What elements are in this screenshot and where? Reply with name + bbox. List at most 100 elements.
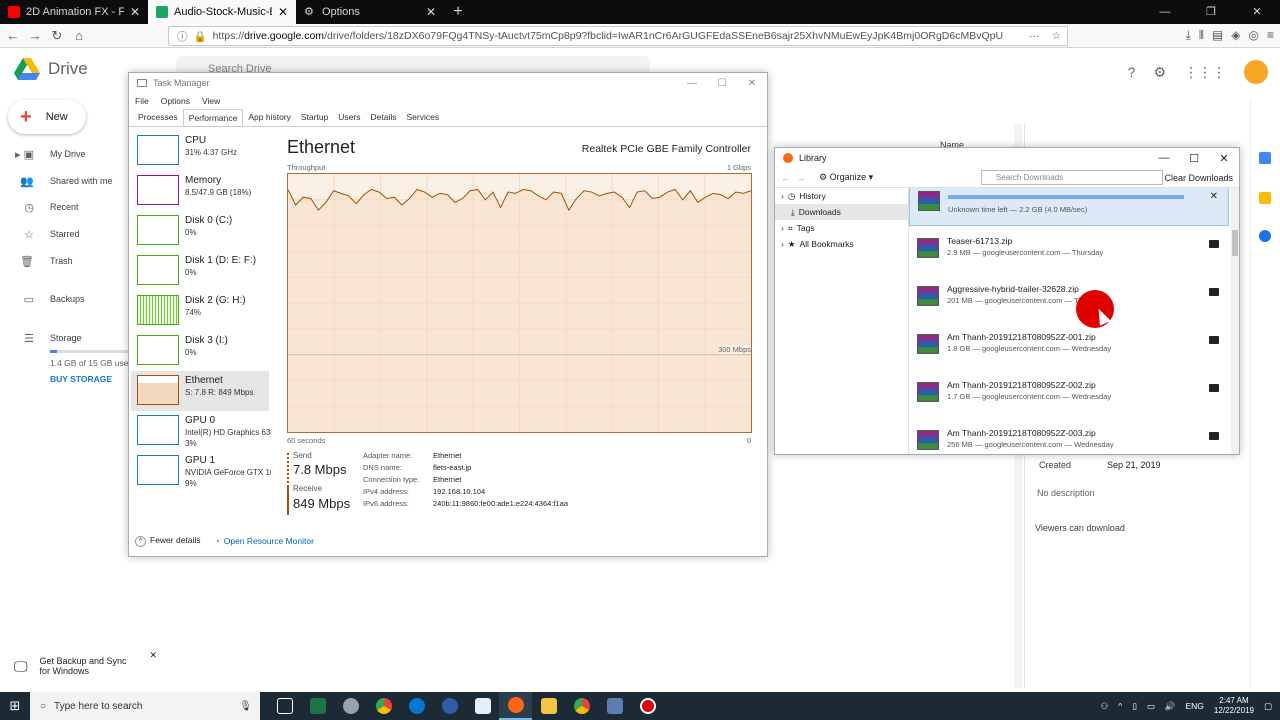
download-item[interactable]: Am Thanh-20191218T080952Z-001.zip 1.8 GB… xyxy=(909,326,1229,370)
close-icon[interactable]: ✕ xyxy=(737,78,767,89)
open-folder-icon[interactable] xyxy=(1209,288,1219,296)
download-item[interactable]: Aggressive-hybrid-trailer-32628.zip 201 … xyxy=(909,278,1229,322)
menu-view[interactable]: View xyxy=(202,96,220,106)
close-tab-icon[interactable]: ✕ xyxy=(130,5,140,19)
sidebar-icon[interactable]: ▤ xyxy=(1212,28,1223,43)
windows-start-icon[interactable]: ⊞ xyxy=(0,698,30,714)
perf-item-memory[interactable]: Memory 8.5/47.9 GB (18%) xyxy=(131,171,269,211)
tree-item-history[interactable]: › ◷ History xyxy=(775,188,908,204)
fewer-details-button[interactable]: ^ Fewer details xyxy=(135,535,201,547)
home-icon[interactable]: ⌂ xyxy=(68,28,90,43)
tree-item-downloads[interactable]: ⤓ Downloads xyxy=(775,204,908,220)
organize-button[interactable]: ⚙ Organize ▾ xyxy=(819,172,873,183)
task-manager-icon[interactable] xyxy=(598,692,631,720)
battery-icon[interactable]: ▯ xyxy=(1132,701,1137,712)
tab-processes[interactable]: Processes xyxy=(133,109,183,126)
info-icon[interactable]: ⓘ xyxy=(177,29,188,44)
avatar[interactable] xyxy=(1244,60,1268,84)
volume-icon[interactable]: 🔊 xyxy=(1165,701,1176,712)
app-icon[interactable] xyxy=(466,692,499,720)
help-icon[interactable]: ? xyxy=(1128,64,1136,80)
download-item-active[interactable]: Unknown time left — 2.2 GB (4.0 MB/sec) … xyxy=(909,188,1229,226)
open-folder-icon[interactable] xyxy=(1209,432,1219,440)
forward-icon[interactable]: → xyxy=(796,173,805,183)
close-icon[interactable]: ✕ xyxy=(1234,0,1280,24)
close-tab-icon[interactable]: ✕ xyxy=(426,5,436,19)
cancel-download-icon[interactable]: ✕ xyxy=(1210,191,1218,202)
reload-icon[interactable]: ↻ xyxy=(46,28,68,44)
firefox-icon[interactable] xyxy=(499,692,532,720)
back-icon[interactable]: ← xyxy=(781,173,790,183)
maximize-icon[interactable]: ❐ xyxy=(1188,0,1234,24)
description-field[interactable]: No description xyxy=(1037,488,1095,498)
tree-item-tags[interactable]: › ⌗ Tags xyxy=(775,220,908,236)
new-button[interactable]: + New xyxy=(8,100,86,134)
open-folder-icon[interactable] xyxy=(1209,384,1219,392)
extension-icon[interactable]: ◎ xyxy=(1249,28,1259,43)
minimize-icon[interactable]: — xyxy=(677,78,707,89)
tab-app-history[interactable]: App history xyxy=(243,109,296,126)
perf-item-disk2[interactable]: Disk 2 (G: H:) 74% xyxy=(131,291,269,331)
browser-tab-active[interactable]: Audio-Stock-Music-Bundle [Jh ✕ xyxy=(148,0,296,24)
tab-users[interactable]: Users xyxy=(333,109,365,126)
back-icon[interactable]: ← xyxy=(2,28,24,43)
search-downloads-input[interactable]: Search Downloads xyxy=(981,170,1163,185)
clock[interactable]: 2:47 AM 12/22/2019 xyxy=(1214,696,1254,716)
download-item[interactable]: Am Thanh-20191218T080952Z-002.zip 1.7 GB… xyxy=(909,374,1229,418)
close-banner-icon[interactable]: ✕ xyxy=(149,650,157,661)
sidebar-item-storage[interactable]: ☰ Storage xyxy=(0,325,130,351)
recorder-icon[interactable] xyxy=(631,692,664,720)
perf-item-gpu0[interactable]: GPU 0 Intel(R) HD Graphics 630 3% xyxy=(131,411,271,451)
tab-details[interactable]: Details xyxy=(366,109,402,126)
scrollbar-thumb[interactable] xyxy=(1232,230,1238,256)
menu-file[interactable]: File xyxy=(135,96,149,106)
sidebar-item-shared[interactable]: 👥 Shared with me xyxy=(0,168,130,194)
maximize-icon[interactable]: ☐ xyxy=(1179,152,1209,165)
person-icon[interactable]: ⚇ xyxy=(1101,701,1109,712)
page-actions-icon[interactable]: ··· xyxy=(1029,30,1040,42)
maximize-icon[interactable]: ☐ xyxy=(707,78,737,89)
tab-startup[interactable]: Startup xyxy=(296,109,333,126)
apps-grid-icon[interactable]: ⋮⋮⋮ xyxy=(1184,64,1226,81)
scrollbar[interactable] xyxy=(1231,188,1239,454)
perf-item-cpu[interactable]: CPU 31% 4.37 GHz xyxy=(131,131,269,171)
task-view-icon[interactable] xyxy=(268,692,301,720)
drive-logo[interactable]: Drive xyxy=(14,58,88,80)
buy-storage-link[interactable]: BUY STORAGE xyxy=(50,374,112,384)
chevron-up-icon[interactable]: ^ xyxy=(1118,701,1122,711)
taskbar-search-input[interactable]: ○ Type here to search 🎙 xyxy=(30,692,260,720)
app-icon[interactable] xyxy=(433,692,466,720)
microphone-icon[interactable]: 🎙 xyxy=(239,701,252,712)
keep-icon[interactable] xyxy=(1259,192,1271,204)
forward-icon[interactable]: → xyxy=(24,28,46,43)
tab-services[interactable]: Services xyxy=(401,109,444,126)
browser-tab[interactable]: 2D Animation FX - Flash Anima ✕ xyxy=(0,0,148,24)
language-indicator[interactable]: ENG xyxy=(1186,701,1204,711)
library-icon[interactable]: ⫴ xyxy=(1199,28,1204,43)
app-icon[interactable] xyxy=(334,692,367,720)
minimize-icon[interactable]: — xyxy=(1142,0,1188,24)
browser-tab[interactable]: ⚙ Options ✕ xyxy=(296,0,444,24)
tab-performance[interactable]: Performance xyxy=(182,109,244,126)
sidebar-item-backups[interactable]: ▭ Backups xyxy=(0,286,130,312)
chrome-icon[interactable] xyxy=(565,692,598,720)
expand-arrow-icon[interactable]: › xyxy=(781,191,784,201)
perf-item-gpu1[interactable]: GPU 1 NVIDIA GeForce GTX 108 9% xyxy=(131,451,271,491)
perf-item-disk1[interactable]: Disk 1 (D: E: F:) 0% xyxy=(131,251,269,291)
minimize-icon[interactable]: — xyxy=(1149,152,1179,165)
sidebar-item-trash[interactable]: 🗑 Trash xyxy=(0,248,130,274)
perf-item-disk0[interactable]: Disk 0 (C:) 0% xyxy=(131,211,269,251)
sidebar-item-recent[interactable]: ◷ Recent xyxy=(0,194,130,220)
extension-icon[interactable]: ◈ xyxy=(1231,28,1240,43)
notification-icon[interactable]: ▢ xyxy=(1264,701,1272,712)
edge-icon[interactable] xyxy=(400,692,433,720)
file-explorer-icon[interactable] xyxy=(532,692,565,720)
perf-item-disk3[interactable]: Disk 3 (I:) 0% xyxy=(131,331,269,371)
network-icon[interactable]: ▭ xyxy=(1147,701,1155,712)
url-bar[interactable]: ⓘ 🔒 https://drive.google.com/drive/folde… xyxy=(168,26,1068,46)
close-tab-icon[interactable]: ✕ xyxy=(278,5,288,19)
tree-item-bookmarks[interactable]: › ★ All Bookmarks xyxy=(775,236,908,252)
perf-item-ethernet[interactable]: Ethernet S: 7.8 R: 849 Mbps xyxy=(131,371,269,411)
expand-arrow-icon[interactable]: › xyxy=(781,223,784,233)
expand-arrow-icon[interactable]: › xyxy=(781,239,784,249)
